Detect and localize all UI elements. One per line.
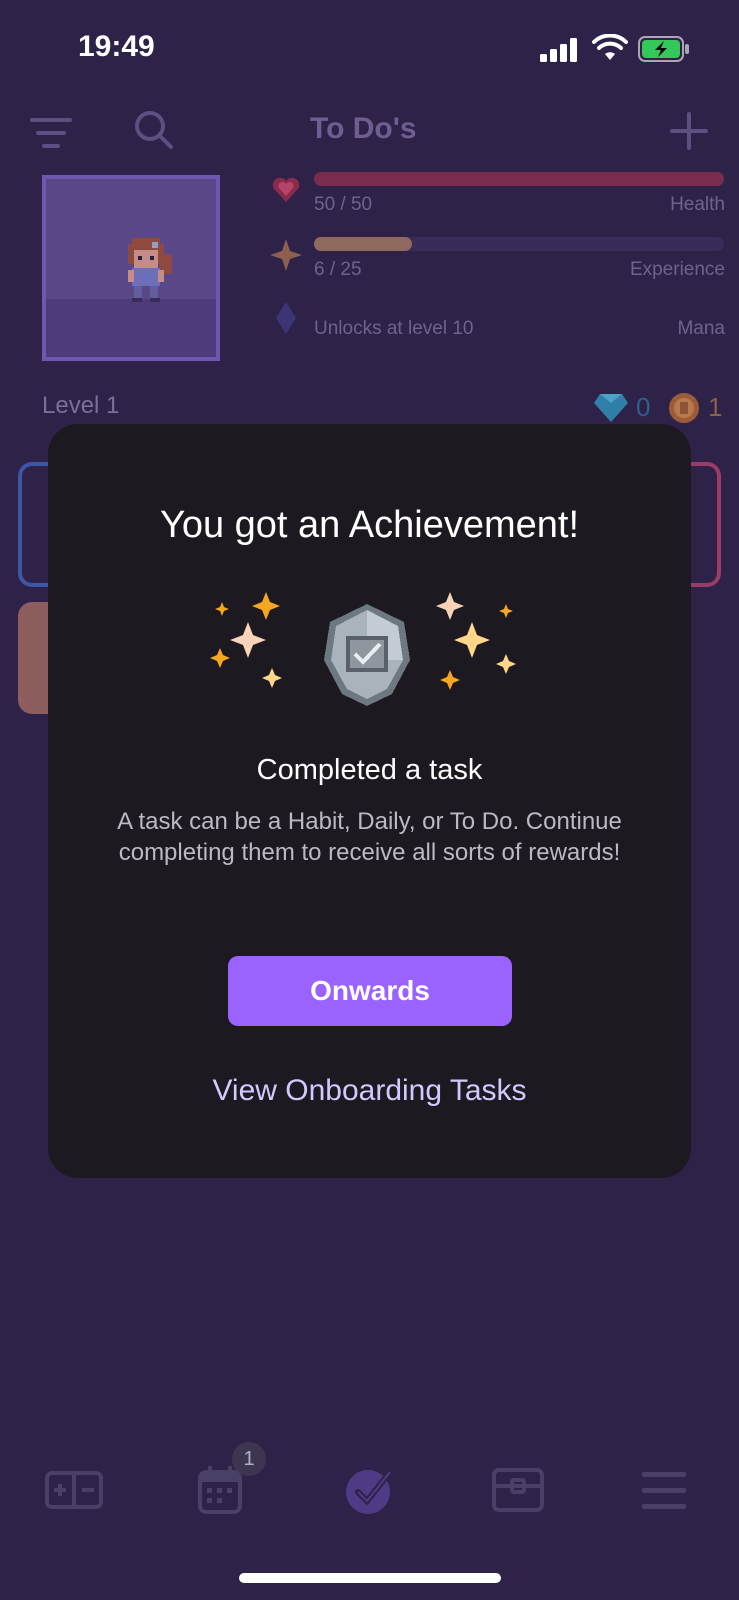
add-icon[interactable] [670,112,708,150]
tab-bar: 1 [0,1442,739,1540]
avatar-floor [46,299,216,357]
star-icon [270,239,302,271]
search-icon[interactable] [134,110,174,150]
status-bar: 19:49 [0,0,739,90]
status-time: 19:49 [78,30,155,63]
modal-title: You got an Achievement! [159,504,580,546]
rewards-tab-icon[interactable] [488,1460,548,1520]
mana-icon [276,302,296,334]
todos-tab-icon[interactable] [340,1460,400,1520]
health-label: Health [670,194,725,215]
level-label: Level 1 [42,392,120,419]
mana-value: Unlocks at level 10 [314,318,474,339]
home-indicator [239,1573,501,1583]
habits-tab-icon[interactable] [44,1460,104,1520]
view-onboarding-tasks-link[interactable]: View Onboarding Tasks [48,1074,691,1108]
sparkles-right-icon [436,592,516,690]
experience-bar [314,237,724,251]
page-title: To Do's [310,112,417,145]
dailies-badge: 1 [232,1442,266,1476]
menu-tab-icon[interactable] [636,1460,696,1520]
onwards-button[interactable]: Onwards [228,956,512,1026]
gold-coin-icon [669,393,699,423]
gem-count: 0 [636,392,651,422]
health-bar-fill [314,172,724,186]
health-value: 50 / 50 [314,194,373,215]
app-screen: 19:49 To Do's 50 / 50 Health 6 / 25 Expe… [0,0,739,1600]
experience-value: 6 / 25 [314,259,362,280]
avatar[interactable] [42,175,220,361]
cellular-signal-icon [540,38,577,62]
gold-count: 1 [708,392,723,422]
filter-icon[interactable] [30,116,72,150]
completed-task-badge-icon [324,604,410,706]
health-bar [314,172,724,186]
achievement-badge-area [48,592,691,732]
gem-icon [594,394,628,422]
experience-label: Experience [629,259,725,280]
battery-charging-icon [638,36,689,62]
mana-stat: Unlocks at level 10 Mana [270,300,725,360]
achievement-name: Completed a task [256,754,483,786]
wifi-icon [592,34,628,60]
achievement-description: A task can be a Habit, Daily, or To Do. … [117,808,622,866]
health-stat: 50 / 50 Health [270,172,725,232]
mana-label: Mana [677,318,725,339]
avatar-sprite-icon [128,238,172,302]
achievement-modal: You got an Achievement! Completed a task… [48,424,691,1178]
heart-icon [272,177,300,202]
experience-stat: 6 / 25 Experience [270,237,725,297]
experience-bar-fill [314,237,413,251]
